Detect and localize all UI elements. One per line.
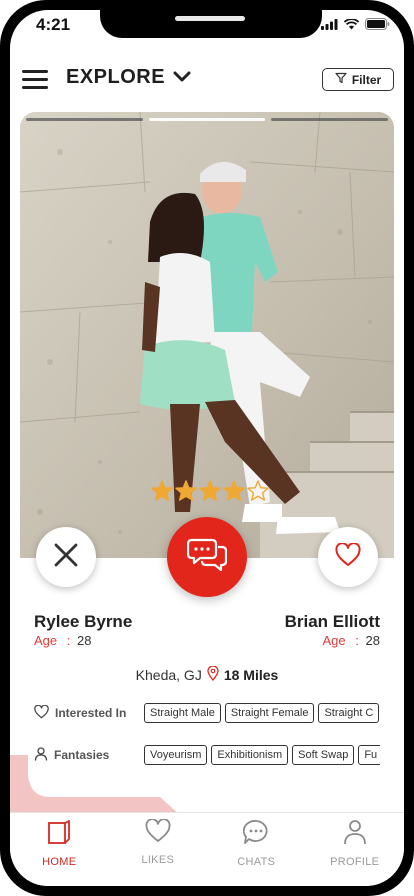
tag-chip[interactable]: Exhibitionism xyxy=(211,745,289,765)
star-icon xyxy=(175,480,197,501)
age-separator: : xyxy=(355,633,359,648)
progress-segment xyxy=(148,118,266,121)
chat-icon xyxy=(243,819,269,850)
location-distance: 18 Miles xyxy=(223,667,279,683)
filter-button[interactable]: Filter xyxy=(322,68,394,91)
explore-dropdown[interactable]: EXPLORE xyxy=(66,66,191,89)
heart-icon xyxy=(335,541,361,572)
tag-chip[interactable]: Soft Swap xyxy=(292,745,355,765)
close-icon xyxy=(53,542,79,573)
location-row: Kheda, GJ 18 Miles xyxy=(20,665,394,684)
tag-chip[interactable]: Straight Male xyxy=(144,703,221,723)
screen: 4:21 EXPLORE Filter Rylee Byrne Age: 28… xyxy=(10,10,404,886)
tab-home-label: HOME xyxy=(42,856,77,868)
tag-chip[interactable]: Straight C xyxy=(318,703,380,723)
star-icon xyxy=(199,480,221,501)
tab-likes[interactable]: LIKES xyxy=(109,813,208,886)
tab-chats-label: CHATS xyxy=(237,856,276,868)
speaker xyxy=(175,16,245,21)
chat-button[interactable] xyxy=(167,517,247,597)
tab-home[interactable]: HOME xyxy=(10,813,109,886)
progress-segment xyxy=(271,118,389,121)
interested-in-label: Interested In xyxy=(34,704,144,722)
signal-icon xyxy=(321,17,338,35)
tag-chip[interactable]: Fu xyxy=(358,745,380,765)
chat-bubbles-icon xyxy=(186,536,228,579)
hamburger-menu-icon[interactable] xyxy=(22,70,48,90)
heart-outline-icon xyxy=(34,704,49,722)
battery-icon xyxy=(365,17,390,35)
bottom-tab-bar: HOME LIKES CHATS PROFILE xyxy=(10,812,404,886)
page-title: EXPLORE xyxy=(66,66,166,88)
tab-profile-label: PROFILE xyxy=(330,856,380,868)
background-decoration xyxy=(10,755,180,815)
phone-frame: 4:21 EXPLORE Filter Rylee Byrne Age: 28… xyxy=(0,0,414,896)
age-separator: : xyxy=(66,633,71,648)
progress-segment xyxy=(26,118,143,121)
star-icon xyxy=(223,480,245,501)
profile-card[interactable]: Rylee Byrne Age : 28 Brian Elliott Age :… xyxy=(20,112,394,810)
status-icons xyxy=(321,17,390,35)
star-rating xyxy=(151,480,269,501)
couple-photo[interactable] xyxy=(20,112,394,558)
notch xyxy=(100,10,322,38)
location-place: Kheda, GJ xyxy=(135,667,202,683)
partner-two-age: Age : 28 xyxy=(323,633,380,648)
top-bar: EXPLORE Filter xyxy=(10,62,404,102)
interested-in-row: Interested In Straight Male Straight Fema… xyxy=(34,700,380,726)
like-button[interactable] xyxy=(318,527,378,587)
tab-chats[interactable]: CHATS xyxy=(207,813,306,886)
wifi-icon xyxy=(343,17,360,35)
chevron-down-icon xyxy=(173,66,191,89)
star-icon xyxy=(247,480,269,501)
partner-two-name: Brian Elliott xyxy=(284,612,380,631)
tab-likes-label: LIKES xyxy=(141,854,175,866)
filter-icon xyxy=(335,72,347,87)
profile-icon xyxy=(343,819,367,850)
partner-one-name: Rylee Byrne xyxy=(34,612,133,631)
tag-chip[interactable]: Straight Female xyxy=(224,703,315,723)
tab-profile[interactable]: PROFILE xyxy=(306,813,405,886)
dismiss-button[interactable] xyxy=(36,527,96,587)
heart-icon xyxy=(145,818,171,848)
status-time: 4:21 xyxy=(36,15,71,34)
location-pin-icon xyxy=(207,665,219,684)
interested-in-chips: Straight Male Straight Female Straight C xyxy=(144,703,380,723)
age-label: Age xyxy=(322,633,346,648)
age-value: 28 xyxy=(365,633,380,648)
age-value: 28 xyxy=(77,633,92,648)
age-label: Age xyxy=(34,633,58,648)
status-bar: 4:21 xyxy=(10,10,404,40)
home-icon xyxy=(46,819,72,850)
star-icon xyxy=(151,480,173,501)
partner-one-age: Age : 28 xyxy=(34,633,91,648)
filter-label: Filter xyxy=(351,72,382,87)
interested-in-text: Interested In xyxy=(55,706,127,720)
photo-progress xyxy=(26,118,389,121)
